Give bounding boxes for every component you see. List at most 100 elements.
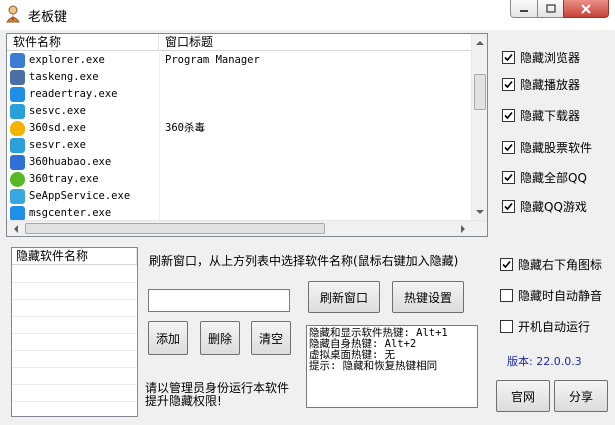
process-name: 360tray.exe <box>29 173 99 185</box>
boss-key-app-icon <box>5 5 21 23</box>
process-row[interactable]: readertray.exe <box>7 86 471 103</box>
hidden-list-header[interactable]: 隐藏软件名称 <box>12 248 137 265</box>
checkbox-box[interactable] <box>502 50 515 64</box>
message-center-icon <box>10 206 25 221</box>
360-shield-icon <box>10 121 25 136</box>
hotkey-settings-button[interactable]: 热键设置 <box>392 281 464 313</box>
column-divider <box>159 86 160 103</box>
sogou-explorer-icon <box>10 104 25 119</box>
column-divider <box>159 171 160 188</box>
process-list-rows: explorer.exe Program Manager taskeng.exe re… <box>7 52 471 222</box>
checkbox-box[interactable] <box>502 140 515 154</box>
check-mark-icon <box>504 53 513 61</box>
grid-line <box>12 333 137 334</box>
horizontal-scrollbar[interactable] <box>7 220 487 236</box>
process-name: readertray.exe <box>29 88 118 100</box>
refresh-window-button[interactable]: 刷新窗口 <box>308 281 380 313</box>
process-list[interactable]: 软件名称 窗口标题 explorer.exe Program Manager tas… <box>6 33 488 237</box>
official-website-button[interactable]: 官网 <box>496 380 550 412</box>
maximize-icon <box>545 3 556 13</box>
hotkey-info-line: 提示: 隐藏和恢复热键相同 <box>309 360 438 372</box>
process-row[interactable]: SeAppService.exe <box>7 188 471 205</box>
checkbox-option[interactable]: 隐藏下载器 <box>502 107 580 123</box>
add-button[interactable]: 添加 <box>148 321 188 355</box>
column-divider <box>159 154 160 171</box>
process-name: sesvr.exe <box>29 139 86 151</box>
minimize-icon <box>520 9 528 12</box>
window-title-cell: Program Manager <box>165 54 260 66</box>
checkbox-option[interactable]: 隐藏播放器 <box>502 76 580 92</box>
grid-line <box>12 384 137 385</box>
app-service-icon <box>10 189 25 204</box>
checkbox-option[interactable]: 隐藏QQ游戏 <box>502 198 587 214</box>
checkbox-box[interactable] <box>502 199 515 213</box>
process-row[interactable]: 360huabao.exe <box>7 154 471 171</box>
grid-line <box>12 350 137 351</box>
close-button[interactable] <box>563 0 609 18</box>
process-name: 360huabao.exe <box>29 156 112 168</box>
checkbox-option[interactable]: 开机自动运行 <box>500 318 590 334</box>
column-window-title[interactable]: 窗口标题 <box>159 34 473 51</box>
check-mark-icon <box>504 202 513 210</box>
checkbox-box[interactable] <box>500 257 513 271</box>
explorer-icon <box>10 53 25 68</box>
column-divider <box>159 103 160 120</box>
column-divider <box>159 52 160 69</box>
process-row[interactable]: sesvc.exe <box>7 103 471 120</box>
check-mark-icon <box>504 173 513 181</box>
checkbox-option[interactable]: 隐藏时自动静音 <box>500 287 602 303</box>
process-row[interactable]: sesvr.exe <box>7 137 471 154</box>
scroll-right-icon <box>460 225 465 233</box>
checkbox-option[interactable]: 隐藏浏览器 <box>502 49 580 65</box>
vertical-scroll-thumb[interactable] <box>474 74 486 110</box>
grid-line <box>12 282 137 283</box>
horizontal-scroll-thumb[interactable] <box>25 223 325 234</box>
minimize-button[interactable] <box>510 0 538 18</box>
window-title: 老板键 <box>28 10 68 25</box>
checkbox-option[interactable]: 隐藏全部QQ <box>502 169 587 185</box>
grid-line <box>12 367 137 368</box>
scroll-up-button[interactable] <box>472 34 487 51</box>
column-software-name[interactable]: 软件名称 <box>7 34 159 51</box>
clear-button[interactable]: 清空 <box>251 321 291 355</box>
share-button[interactable]: 分享 <box>554 380 608 412</box>
software-name-input[interactable] <box>148 289 290 312</box>
process-row[interactable]: explorer.exe Program Manager <box>7 52 471 69</box>
task-engine-icon <box>10 70 25 85</box>
process-name: 360sd.exe <box>29 122 86 134</box>
scroll-right-button[interactable] <box>454 221 471 236</box>
title-bar: 老板键 <box>0 0 615 30</box>
process-row[interactable]: 360sd.exe 360杀毒 <box>7 120 471 137</box>
scroll-left-button[interactable] <box>7 221 24 236</box>
360-tray-icon <box>10 172 25 187</box>
maximize-button[interactable] <box>537 0 564 18</box>
checkbox-box[interactable] <box>502 170 515 184</box>
checkbox-label: 隐藏时自动静音 <box>518 288 603 303</box>
checkbox-label: 开机自动运行 <box>518 319 591 334</box>
process-row[interactable]: 360tray.exe <box>7 171 471 188</box>
delete-button[interactable]: 删除 <box>200 321 240 355</box>
vertical-scrollbar[interactable] <box>471 34 487 220</box>
grid-line <box>12 401 137 402</box>
grid-line <box>12 316 137 317</box>
close-icon <box>581 3 591 14</box>
column-divider <box>159 188 160 205</box>
hotkey-info-box[interactable]: 隐藏和显示软件热键: Alt+1 隐藏自身热键: Alt+2 虚拟桌面热键: 无提示… <box>306 325 478 408</box>
checkbox-box[interactable] <box>500 319 513 333</box>
instruction-text: 刷新窗口，从上方列表中选择软件名称(鼠标右键加入隐藏) <box>149 254 459 268</box>
column-divider <box>159 120 160 137</box>
checkbox-box[interactable] <box>502 108 515 122</box>
checkbox-box[interactable] <box>500 288 513 302</box>
reader-icon <box>10 87 25 102</box>
process-list-header: 软件名称 窗口标题 <box>7 34 473 51</box>
process-row[interactable]: taskeng.exe <box>7 69 471 86</box>
scroll-down-button[interactable] <box>472 203 487 220</box>
process-name: explorer.exe <box>29 54 105 66</box>
checkbox-box[interactable] <box>502 77 515 91</box>
check-mark-icon <box>502 260 511 268</box>
scroll-down-icon <box>476 209 484 214</box>
checkbox-label: 隐藏股票软件 <box>520 140 593 155</box>
checkbox-option[interactable]: 隐藏股票软件 <box>502 139 592 155</box>
checkbox-option[interactable]: 隐藏右下角图标 <box>500 256 602 272</box>
hidden-software-list[interactable]: 隐藏软件名称 <box>11 247 138 417</box>
